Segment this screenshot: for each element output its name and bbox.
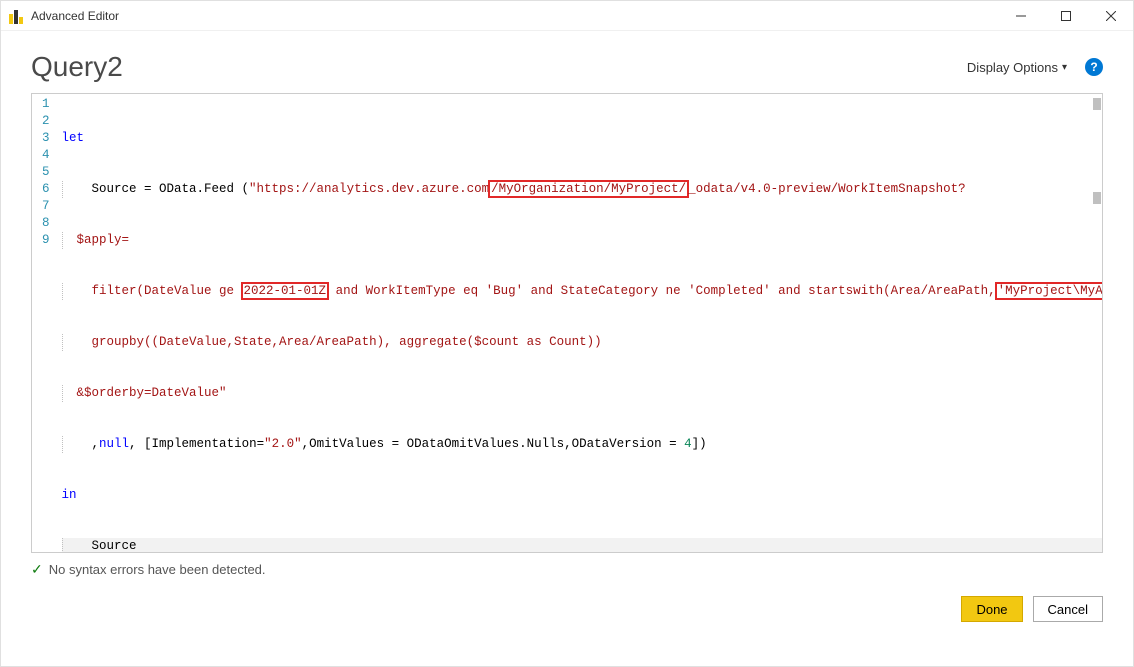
code-content[interactable]: let Source = OData.Feed ("https://analyt… [56, 94, 1103, 552]
highlight-date: 2022-01-01Z [241, 282, 330, 300]
query-title: Query2 [31, 51, 123, 83]
highlight-areapath: 'MyProject\MyAreaPath'))/ [995, 282, 1103, 300]
display-options-dropdown[interactable]: Display Options ▾ [967, 60, 1067, 75]
window-title: Advanced Editor [31, 9, 119, 23]
code-editor[interactable]: 1 2 3 4 5 6 7 8 9 let Source = OData.Fee… [31, 93, 1103, 553]
check-icon: ✓ [31, 561, 43, 578]
window-controls [998, 1, 1133, 31]
line-gutter: 1 2 3 4 5 6 7 8 9 [32, 94, 56, 552]
cancel-button[interactable]: Cancel [1033, 596, 1103, 622]
header: Query2 Display Options ▾ ? [1, 31, 1133, 93]
close-button[interactable] [1088, 1, 1133, 31]
highlight-org-project: /MyOrganization/MyProject/ [488, 180, 689, 198]
minimize-button[interactable] [998, 1, 1043, 31]
app-icon [9, 8, 25, 24]
status-message: No syntax errors have been detected. [49, 562, 266, 577]
help-icon[interactable]: ? [1085, 58, 1103, 76]
display-options-label: Display Options [967, 60, 1058, 75]
syntax-status: ✓ No syntax errors have been detected. [1, 553, 1133, 586]
footer: Done Cancel [1, 586, 1133, 638]
maximize-button[interactable] [1043, 1, 1088, 31]
done-button[interactable]: Done [961, 596, 1022, 622]
scrollbar-markers [1093, 98, 1101, 204]
title-bar: Advanced Editor [1, 1, 1133, 31]
chevron-down-icon: ▾ [1062, 62, 1067, 73]
